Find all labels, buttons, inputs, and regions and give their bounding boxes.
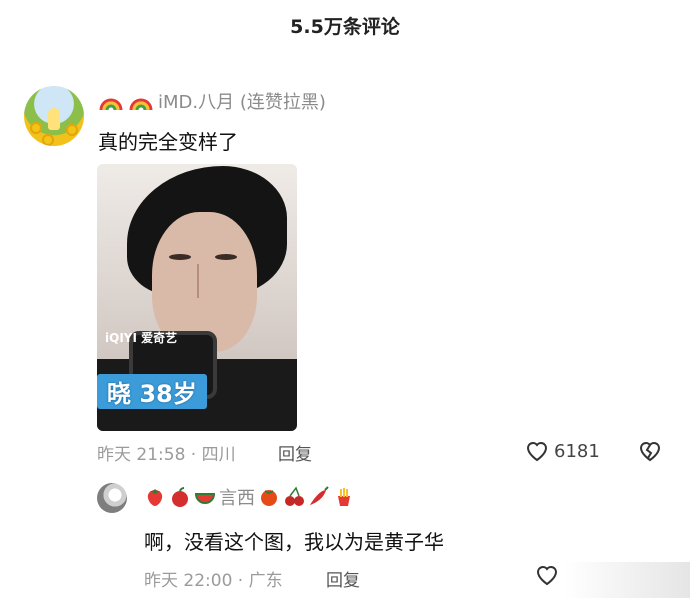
sunflower-decoration [66, 124, 78, 136]
reply-avatar[interactable] [97, 483, 127, 513]
sunflower-decoration [42, 134, 54, 146]
reply-button[interactable]: 回复 [326, 566, 360, 591]
image-eye [215, 254, 237, 260]
sunflower-decoration [30, 122, 42, 134]
image-caption: 晓 38岁 [97, 374, 207, 409]
chili-icon [310, 486, 329, 505]
comment-text: 真的完全变样了 [98, 130, 238, 154]
fries-icon [338, 488, 350, 506]
comment-username[interactable]: iMD.八月 (连赞拉黑) [158, 88, 326, 114]
heart-icon[interactable] [534, 563, 560, 587]
watermelon-icon [194, 493, 216, 504]
image-eye [169, 254, 191, 260]
comment-image[interactable]: iQIYI 爱奇艺 晓 38岁 [97, 164, 297, 431]
broken-heart-icon[interactable] [637, 439, 663, 463]
image-logo: iQIYI 爱奇艺 [105, 331, 178, 345]
cherry-icon [285, 486, 304, 506]
comments-count-title: 5.5万条评论 [290, 16, 400, 38]
reply-button[interactable]: 回复 [278, 440, 312, 465]
strawberry-icon [147, 489, 163, 506]
apple-icon [172, 487, 188, 507]
like-button[interactable]: 6181 [524, 439, 600, 463]
avatar[interactable] [24, 86, 84, 146]
heart-icon [526, 442, 548, 462]
reply-text: 啊，没看这个图，我以为是黄子华 [144, 530, 444, 554]
rainbow-icon [129, 98, 153, 111]
rainbow-icon [99, 98, 123, 111]
reply-username[interactable]: 言西 [219, 484, 255, 510]
image-nose [197, 264, 209, 298]
watermark-overlay [565, 562, 690, 598]
like-count: 6181 [554, 440, 600, 462]
avatar-person [48, 108, 60, 130]
comment-time-location: 昨天 21:58 · 四川 [97, 445, 236, 465]
tomato-icon [261, 490, 277, 506]
reply-time-location: 昨天 22:00 · 广东 [144, 571, 283, 591]
reply-header: 言西 [144, 484, 355, 510]
comment-header: iMD.八月 (连赞拉黑) [98, 88, 326, 114]
